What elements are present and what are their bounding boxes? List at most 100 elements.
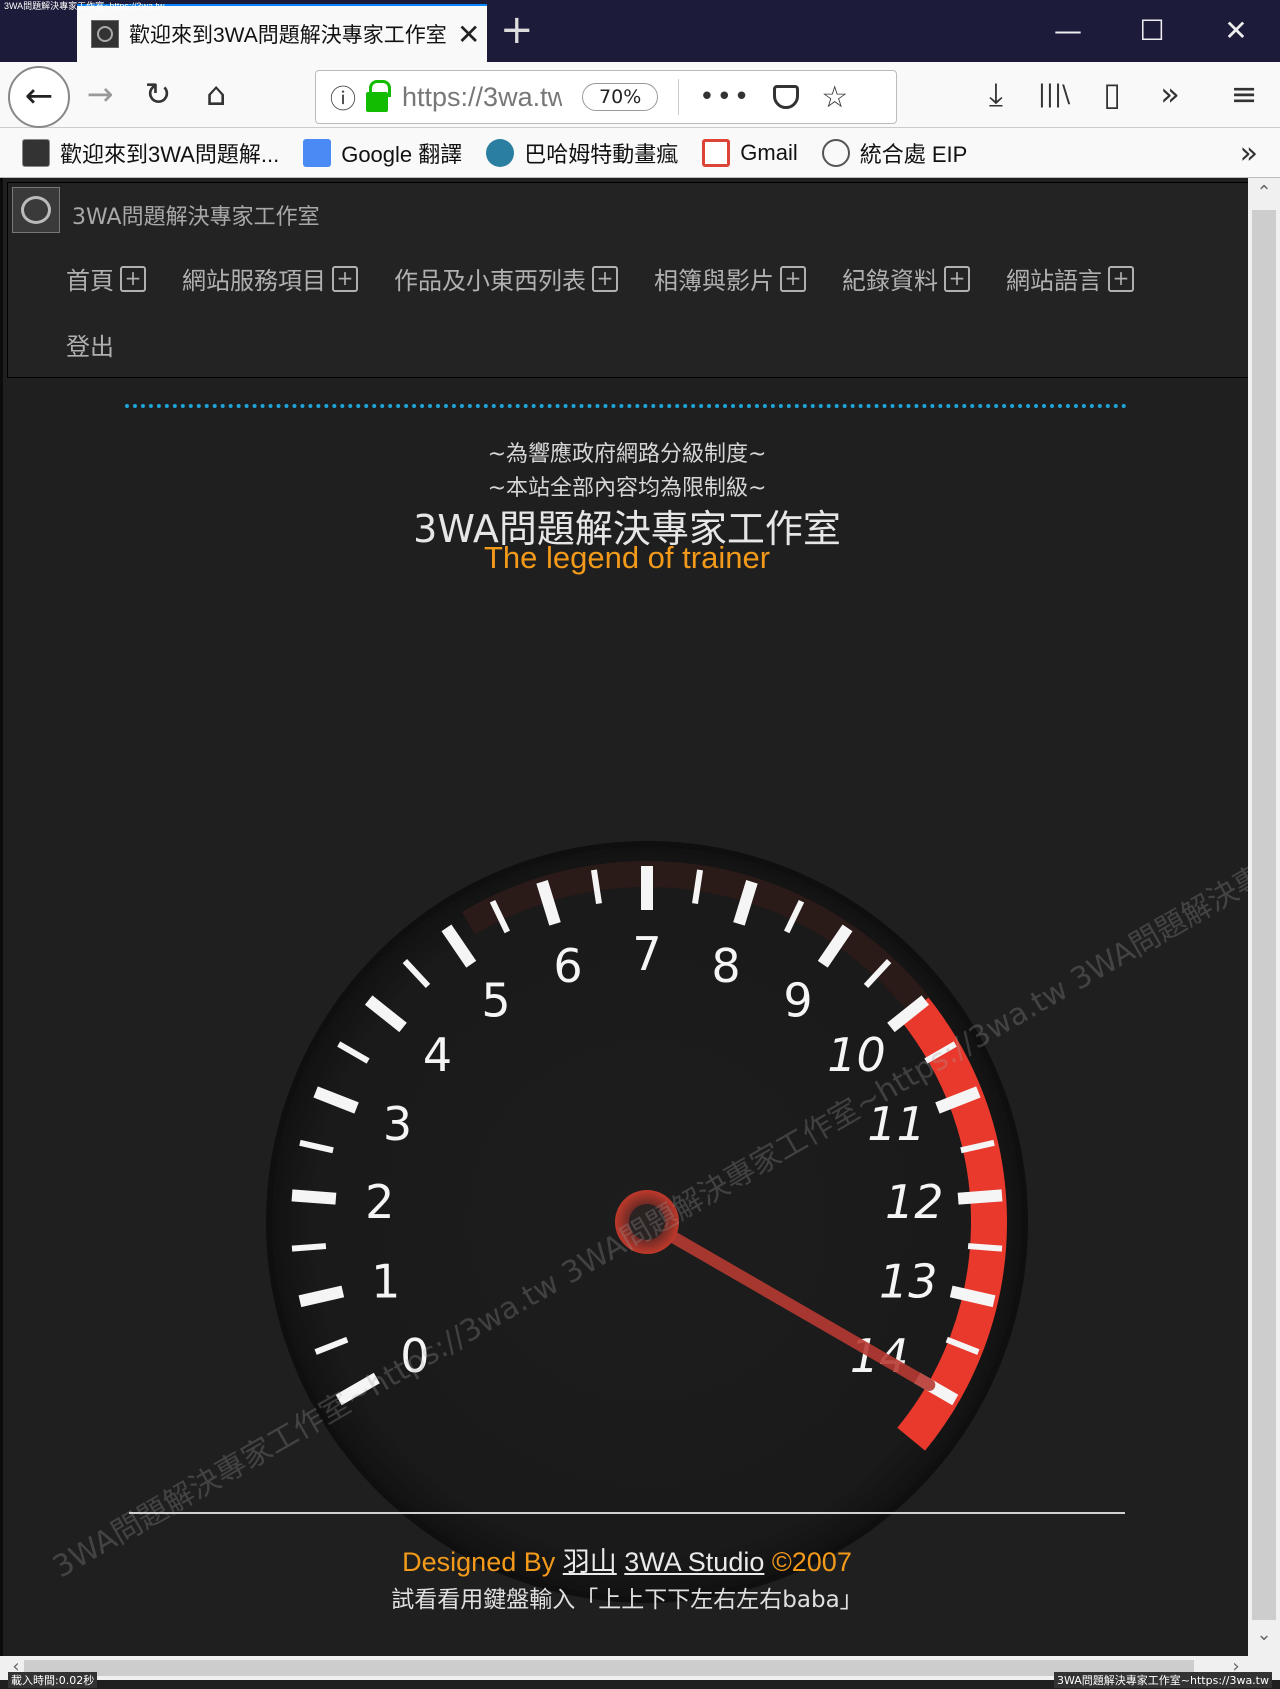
navigation-toolbar: ← → ↻ ⌂ ⓘ https://3wa.tw 70% ••• ☆ ⤓ |||…: [0, 62, 1280, 128]
status-bar: 載入時間:0.02秒 3WA問題解決專家工作室~https://3wa.tw: [0, 1670, 1280, 1689]
site-favicon-icon: [22, 138, 50, 167]
gauge-label: 3: [383, 1097, 412, 1151]
home-button[interactable]: ⌂: [194, 74, 238, 114]
bookmark-item[interactable]: 巴哈姆特動畫瘋: [486, 137, 678, 169]
scroll-down-icon[interactable]: ⌄: [1248, 1624, 1280, 1645]
gauge-label: 4: [423, 1028, 452, 1082]
google-translate-icon: [303, 138, 332, 167]
menu-label: 作品及小東西列表: [394, 267, 586, 295]
expand-plus-icon[interactable]: +: [332, 265, 358, 292]
gauge-label: 12: [885, 1175, 944, 1229]
bookmark-item[interactable]: Google 翻譯: [303, 137, 462, 169]
bookmark-item[interactable]: Gmail: [702, 138, 798, 167]
page-subtitle: The legend of trainer: [483, 540, 771, 575]
bookmarks-overflow-icon[interactable]: »: [1240, 136, 1258, 171]
copyright-text: ©2007: [771, 1547, 852, 1577]
overflow-icon[interactable]: »: [1148, 74, 1192, 114]
expand-plus-icon[interactable]: +: [944, 265, 970, 292]
minimize-button[interactable]: —: [1048, 14, 1088, 48]
menu-item-works[interactable]: 作品及小東西列表 +: [394, 261, 618, 296]
footer-hint: 試看看用鍵盤輸入「上上下下左右左右baba」: [391, 1587, 863, 1613]
vertical-scroll-thumb[interactable]: [1252, 210, 1276, 1620]
menu-icon[interactable]: ≡: [1222, 74, 1266, 114]
gauge-label: 1: [371, 1255, 400, 1309]
expand-plus-icon[interactable]: +: [592, 265, 618, 292]
pocket-icon[interactable]: [773, 85, 800, 109]
browser-tab-active[interactable]: 歡迎來到3WA問題解決專家工作室 ✕: [77, 4, 487, 62]
gauge-label: 8: [711, 939, 740, 993]
major-tick: [291, 1189, 337, 1205]
site-favicon-icon: [91, 20, 119, 48]
lock-icon: [366, 80, 392, 112]
notice-line-1: ~為響應政府網路分級制度~: [487, 442, 767, 467]
expand-plus-icon[interactable]: +: [1108, 265, 1134, 292]
maximize-button[interactable]: ☐: [1132, 14, 1172, 48]
url-separator: [678, 79, 680, 115]
menu-label: 相簿與影片: [654, 267, 774, 295]
zoom-indicator[interactable]: 70%: [582, 83, 659, 111]
bookmark-label: 巴哈姆特動畫瘋: [524, 141, 679, 167]
bookmark-item[interactable]: 統合處 EIP: [821, 137, 967, 169]
reload-button[interactable]: ↻: [136, 74, 180, 114]
menu-item-language[interactable]: 網站語言 +: [1006, 261, 1134, 296]
status-left-text: 載入時間:0.02秒: [8, 1672, 98, 1688]
logout-link[interactable]: 登出: [66, 327, 114, 362]
minor-tick: [291, 1243, 327, 1252]
sidebar-icon[interactable]: ▯: [1090, 74, 1134, 114]
globe-icon: [821, 138, 850, 167]
major-tick: [957, 1189, 1003, 1205]
dragon-icon: [486, 138, 515, 167]
bookmarks-toolbar: 歡迎來到3WA問題解... Google 翻譯 巴哈姆特動畫瘋 Gmail 統合…: [0, 128, 1280, 178]
download-icon[interactable]: ⤓: [974, 74, 1018, 114]
main-menu: 首頁 + 網站服務項目 + 作品及小東西列表 + 相簿與影片 + 紀錄資料 + 網站語言 +: [66, 261, 1170, 296]
gmail-icon: [702, 138, 731, 167]
gauge-label: 5: [481, 974, 510, 1028]
bookmark-label: Gmail: [740, 139, 798, 165]
menu-label: 首頁: [66, 267, 114, 295]
minor-tick: [967, 1243, 1003, 1252]
vertical-scrollbar[interactable]: ⌃ ⌄: [1248, 178, 1280, 1656]
page-actions-icon[interactable]: •••: [699, 82, 751, 112]
bookmark-label: 歡迎來到3WA問題解...: [60, 141, 280, 167]
site-name[interactable]: 3WA問題解決專家工作室: [72, 199, 320, 231]
menu-label: 網站服務項目: [182, 267, 326, 295]
bookmark-item[interactable]: 歡迎來到3WA問題解...: [22, 137, 279, 169]
gauge-label: 7: [632, 927, 661, 981]
page-content: 3WA問題解決專家工作室 首頁 + 網站服務項目 + 作品及小東西列表 + 相簿與影片…: [0, 178, 1280, 1656]
expand-plus-icon[interactable]: +: [780, 265, 806, 292]
footer-designed-label: Designed By: [402, 1547, 556, 1577]
expand-plus-icon[interactable]: +: [120, 265, 146, 292]
close-window-button[interactable]: ✕: [1216, 14, 1256, 48]
info-icon[interactable]: ⓘ: [330, 79, 356, 116]
menu-label: 網站語言: [1006, 267, 1102, 295]
tab-close-icon[interactable]: ✕: [457, 18, 480, 51]
scroll-up-icon[interactable]: ⌃: [1248, 182, 1280, 203]
url-bar[interactable]: ⓘ https://3wa.tw 70% ••• ☆: [315, 70, 897, 124]
gauge-label: 6: [553, 939, 582, 993]
gauge-label: 13: [879, 1255, 938, 1309]
menu-item-albums[interactable]: 相簿與影片 +: [654, 261, 806, 296]
window-title-strip: 3WA問題解決專家工作室~https://3wa.tw: [4, 1, 165, 11]
forward-button[interactable]: →: [78, 74, 122, 114]
library-icon[interactable]: |||\: [1032, 74, 1076, 114]
url-text[interactable]: https://3wa.tw: [402, 82, 562, 113]
author-link[interactable]: 羽山: [563, 1547, 617, 1577]
footer-credits: Designed By 羽山 3WA Studio ©2007: [3, 1540, 1251, 1579]
footer-divider: [129, 1512, 1125, 1514]
dotted-divider: [125, 404, 1127, 408]
back-button[interactable]: ←: [8, 66, 70, 128]
menu-item-services[interactable]: 網站服務項目 +: [182, 261, 358, 296]
status-right-text: 3WA問題解決專家工作室~https://3wa.tw: [1054, 1672, 1272, 1688]
studio-link[interactable]: 3WA Studio: [624, 1547, 764, 1577]
bookmark-star-icon[interactable]: ☆: [821, 80, 848, 115]
bookmark-label: Google 翻譯: [341, 141, 463, 167]
tab-title: 歡迎來到3WA問題解決專家工作室: [129, 24, 447, 47]
new-tab-button[interactable]: +: [500, 10, 534, 50]
menu-item-home[interactable]: 首頁 +: [66, 261, 146, 296]
menu-item-records[interactable]: 紀錄資料 +: [842, 261, 970, 296]
gauge-label: 2: [365, 1175, 394, 1229]
gauge-label: 9: [783, 974, 812, 1028]
menu-label: 紀錄資料: [842, 267, 938, 295]
site-logo[interactable]: [12, 187, 60, 233]
site-header: 3WA問題解決專家工作室 首頁 + 網站服務項目 + 作品及小東西列表 + 相簿與影片…: [7, 182, 1249, 378]
